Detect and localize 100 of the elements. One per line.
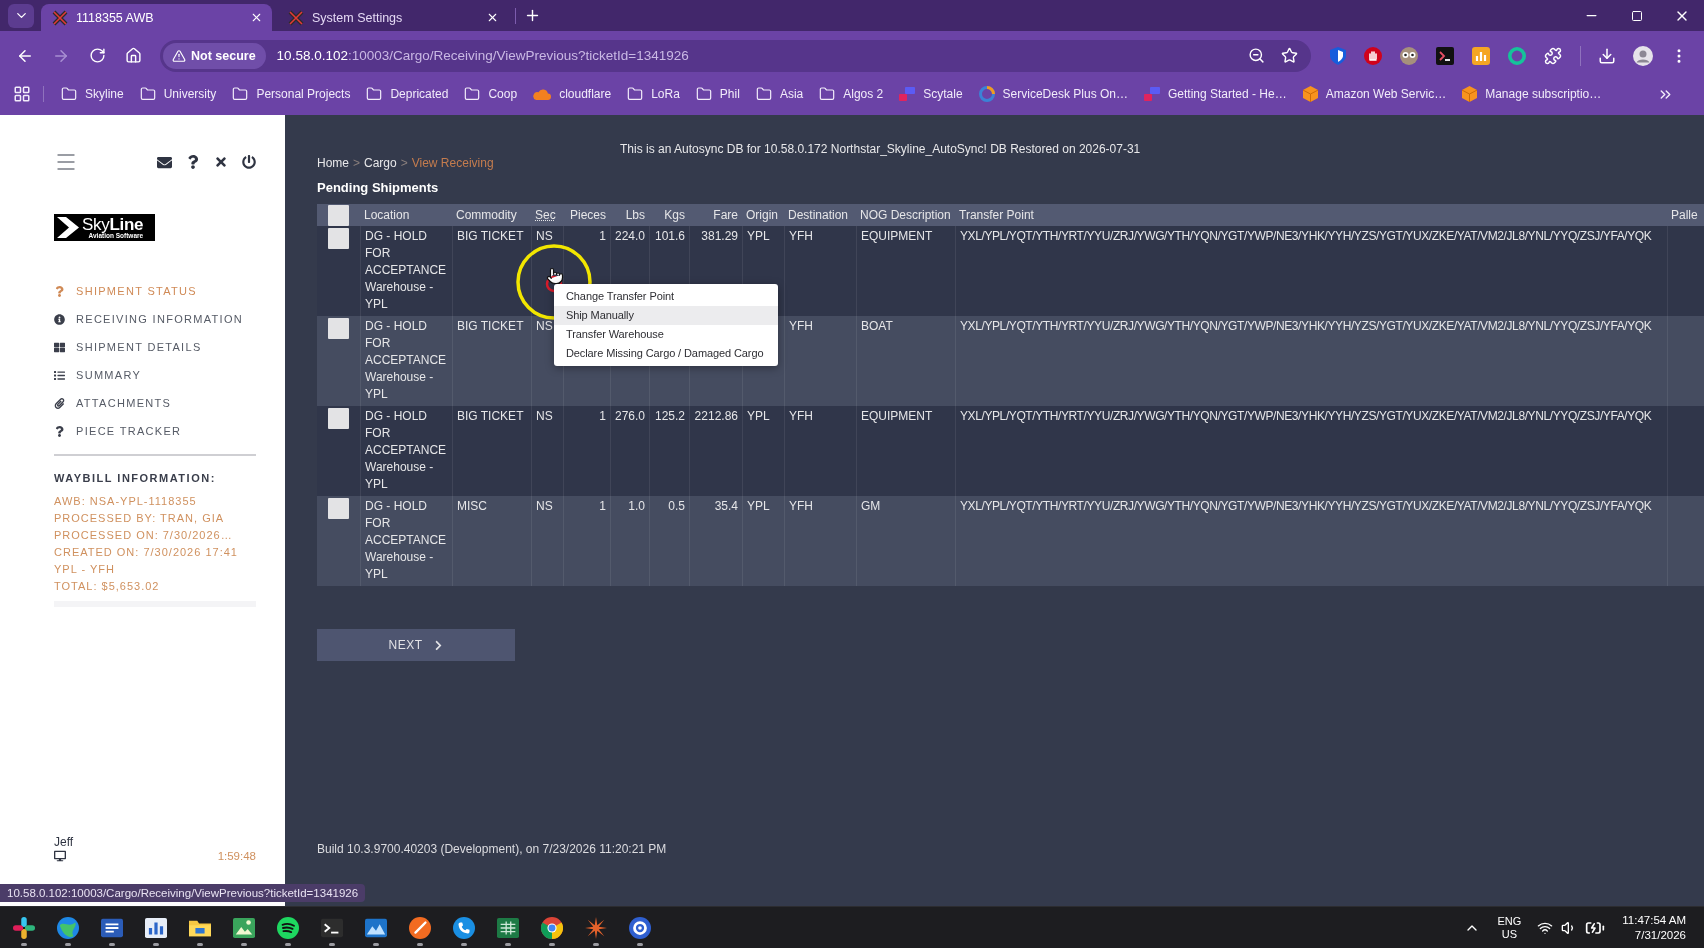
folder-icon (627, 86, 644, 102)
column-header: Transfer Point (958, 208, 1035, 222)
row-checkbox[interactable] (328, 498, 349, 519)
bookmark-item[interactable]: Personal Projects (224, 81, 359, 107)
terminal-icon[interactable] (321, 917, 343, 939)
menu-item[interactable]: Ship Manually (554, 306, 778, 325)
table-cell: GM (856, 496, 955, 586)
image-icon[interactable] (233, 917, 255, 939)
slash-circle-icon[interactable] (409, 917, 431, 939)
sidebar-nav-item[interactable]: ATTACHMENTS (54, 394, 256, 412)
bookmark-item[interactable]: Skyline (53, 81, 132, 107)
close-icon[interactable] (214, 155, 228, 169)
bar-chart-icon[interactable] (145, 917, 167, 939)
build-info: Build 10.3.9700.40203 (Development), on 7/23/2026 11:20:21 PM (317, 842, 668, 856)
cross-mark-icon (52, 9, 68, 26)
column-header: Fare (712, 208, 739, 222)
cross-mark-icon (288, 9, 304, 26)
clock[interactable]: 11:47:54 AM 7/31/2026 (1622, 912, 1686, 943)
new-tab-icon[interactable] (524, 7, 541, 24)
next-button[interactable]: NEXT (317, 629, 515, 661)
sparkle-icon[interactable] (585, 917, 607, 939)
bookmark-item[interactable]: Manage subscriptio… (1454, 81, 1610, 107)
shield-icon[interactable] (1330, 46, 1346, 65)
blocks-icon (899, 87, 916, 101)
monitor-icon (54, 850, 66, 862)
breadcrumb-link[interactable]: Cargo (364, 156, 397, 170)
mountain-icon[interactable] (365, 917, 387, 939)
row-checkbox[interactable] (328, 408, 349, 429)
column-header: Destination (787, 208, 850, 222)
bookmark-star-icon[interactable] (1281, 47, 1298, 64)
table-cell: 35.4 (689, 496, 742, 586)
download-icon[interactable] (1598, 46, 1616, 65)
autosync-notice: This is an Autosync DB for 10.58.0.172 Northstar_Skyline_AutoSync! DB Restored on 2026-07-31 (619, 142, 1142, 156)
bookmark-item[interactable]: University (131, 81, 225, 107)
spreadsheet-icon[interactable] (497, 917, 519, 939)
sidebar-nav-item[interactable]: PIECE TRACKER (54, 422, 256, 440)
bookmark-item[interactable]: Phil (687, 81, 748, 107)
hand-badge-icon[interactable] (1364, 46, 1382, 65)
home-icon[interactable] (124, 47, 142, 64)
table-cell: MISC (452, 496, 531, 586)
bookmark-item[interactable]: Depricated (358, 81, 457, 107)
cloud-icon (533, 88, 552, 100)
sidebar-nav-item[interactable]: RECEIVING INFORMATION (54, 310, 256, 328)
bookmark-item[interactable]: Amazon Web Servic… (1294, 81, 1455, 107)
sidebar-nav-item[interactable]: SHIPMENT DETAILS (54, 338, 256, 356)
input-language[interactable]: ENG US (1497, 914, 1522, 941)
select-all-checkbox[interactable] (328, 204, 349, 226)
bookmark-item[interactable]: ServiceDesk Plus On… (970, 81, 1136, 107)
apps-grid-icon[interactable] (13, 85, 31, 103)
url-text: 10.58.0.102:10003/Cargo/Receiving/ViewPrevious?ticketId=1341926 (276, 48, 690, 63)
waybill-line: PROCESSED ON: 7/30/2026… (54, 528, 234, 543)
reload-icon[interactable] (88, 47, 106, 64)
row-checkbox[interactable] (328, 228, 349, 249)
list-icon (54, 369, 65, 381)
breadcrumb-link[interactable]: Home (317, 156, 349, 170)
globe-icon[interactable] (57, 917, 79, 939)
bookmark-item[interactable]: Asia (747, 81, 812, 107)
row-checkbox[interactable] (328, 318, 349, 339)
power-icon[interactable] (242, 155, 256, 169)
maximize-icon[interactable] (1630, 9, 1643, 22)
cube-icon (1302, 86, 1318, 102)
question-icon (54, 425, 65, 437)
terminal-icon[interactable] (1436, 46, 1454, 65)
question-icon[interactable] (186, 155, 200, 169)
table-cell: 1.0 (610, 496, 649, 586)
phone-icon[interactable] (453, 917, 475, 939)
address-bar[interactable]: Not secure 10.58.0.102:10003/Cargo/Receiving/ViewPrevious?ticketId=1341926 (160, 39, 1311, 72)
table-cell: YFH (784, 496, 856, 586)
puzzle-icon[interactable] (1544, 46, 1562, 65)
ring-arc-icon (978, 86, 995, 102)
bookmark-item[interactable]: Algos 2 (811, 81, 892, 107)
table-cell: DG - HOLD FOR ACCEPTANCE Warehouse - YPL (360, 496, 452, 586)
bookmark-item[interactable]: Getting Started - He… (1136, 81, 1295, 107)
bookmark-item[interactable]: Coop (456, 81, 526, 107)
waybill-line: CREATED ON: 7/30/2026 17:41 (54, 545, 239, 560)
table-cell: 0.5 (649, 496, 689, 586)
session-timer: 1:59:48 (217, 850, 256, 862)
eyes-icon[interactable] (1400, 46, 1418, 65)
tab-search-button[interactable] (8, 3, 34, 28)
column-header: Kgs (663, 208, 686, 222)
tricolor-circle-icon[interactable] (541, 917, 563, 939)
bookmark-item[interactable]: LoRa (619, 81, 688, 107)
envelope-icon[interactable] (157, 154, 172, 170)
security-chip[interactable]: Not secure (163, 42, 266, 69)
bookmark-item[interactable]: cloudflare (525, 81, 620, 107)
question-icon (54, 285, 65, 297)
avatar-icon[interactable] (1633, 45, 1653, 66)
column-header: Origin (745, 208, 779, 222)
bar-chart-icon[interactable] (1472, 46, 1490, 65)
browser-tab[interactable]: System Settings (277, 4, 508, 31)
sound-waves-icon[interactable] (277, 917, 299, 939)
zoom-out-icon[interactable] (1248, 47, 1265, 64)
ring-icon[interactable] (629, 917, 651, 939)
browser-tab[interactable]: 1118355 AWB (41, 4, 272, 31)
column-header: Sec (534, 208, 557, 222)
document-icon[interactable] (101, 917, 123, 939)
bookmark-item[interactable]: Scytale (891, 81, 971, 107)
status-url: 10.58.0.102:10003/Cargo/Receiving/ViewPrevious?ticketId=1341926 (0, 884, 366, 902)
pinwheel-icon[interactable] (13, 917, 35, 939)
sidebar-nav-item[interactable]: SUMMARY (54, 366, 256, 384)
